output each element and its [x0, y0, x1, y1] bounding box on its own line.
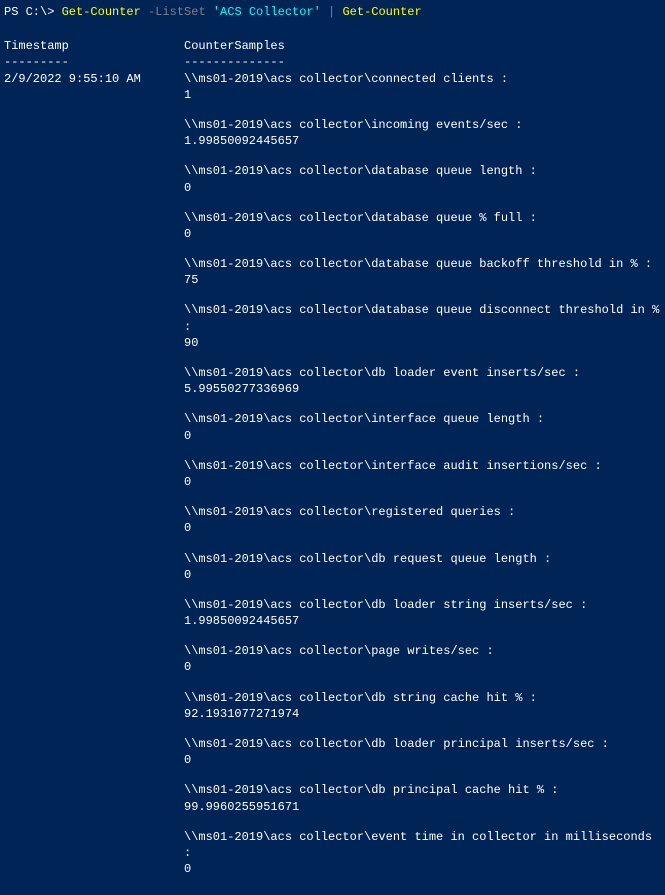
counter-value: 0 — [184, 428, 661, 444]
counter-path: \\ms01-2019\acs collector\db loader prin… — [184, 736, 661, 752]
output-divider-row: --------- -------------- — [4, 54, 661, 70]
counter-block: \\ms01-2019\acs collector\interface queu… — [184, 411, 661, 443]
param-listset: -ListSet — [141, 5, 206, 19]
counter-value: 90 — [184, 335, 661, 351]
pipe-symbol: | — [321, 5, 343, 19]
header-countersamples: CounterSamples — [184, 38, 661, 54]
counter-block: \\ms01-2019\acs collector\interface audi… — [184, 458, 661, 490]
counter-value: 0 — [184, 226, 661, 242]
counter-value: 1 — [184, 87, 661, 103]
counter-path: \\ms01-2019\acs collector\db loader stri… — [184, 597, 661, 613]
counter-block: \\ms01-2019\acs collector\db loader even… — [184, 365, 661, 397]
divider-timestamp: --------- — [4, 54, 184, 70]
counter-value: 0 — [184, 180, 661, 196]
counter-block: \\ms01-2019\acs collector\db loader prin… — [184, 736, 661, 768]
counter-path: \\ms01-2019\acs collector\db request que… — [184, 551, 661, 567]
counter-path: \\ms01-2019\acs collector\event time in … — [184, 829, 661, 861]
counter-samples-list: \\ms01-2019\acs collector\connected clie… — [184, 71, 661, 892]
counter-value: 0 — [184, 520, 661, 536]
counter-block: \\ms01-2019\acs collector\registered que… — [184, 504, 661, 536]
counter-value: 1.99850092445657 — [184, 133, 661, 149]
timestamp-value: 2/9/2022 9:55:10 AM — [4, 71, 184, 87]
counter-path: \\ms01-2019\acs collector\interface audi… — [184, 458, 661, 474]
counter-block: \\ms01-2019\acs collector\db string cach… — [184, 690, 661, 722]
prompt-line: PS C:\> Get-Counter -ListSet 'ACS Collec… — [4, 4, 661, 20]
counter-path: \\ms01-2019\acs collector\incoming event… — [184, 117, 661, 133]
prompt-prefix: PS C:\> — [4, 5, 62, 19]
counter-path: \\ms01-2019\acs collector\database queue… — [184, 302, 661, 334]
counter-value: 1.99850092445657 — [184, 613, 661, 629]
header-timestamp: Timestamp — [4, 38, 184, 54]
cmdlet-get-counter-1: Get-Counter — [62, 5, 141, 19]
counter-path: \\ms01-2019\acs collector\registered que… — [184, 504, 661, 520]
counter-path: \\ms01-2019\acs collector\page writes/se… — [184, 643, 661, 659]
counter-path: \\ms01-2019\acs collector\interface queu… — [184, 411, 661, 427]
counter-value: 0 — [184, 474, 661, 490]
counter-value: 0 — [184, 567, 661, 583]
counter-block: \\ms01-2019\acs collector\connected clie… — [184, 71, 661, 103]
counter-block: \\ms01-2019\acs collector\db request que… — [184, 551, 661, 583]
counter-value: 0 — [184, 659, 661, 675]
counter-path: \\ms01-2019\acs collector\connected clie… — [184, 71, 661, 87]
arg-acs-collector: 'ACS Collector' — [206, 5, 321, 19]
counter-path: \\ms01-2019\acs collector\database queue… — [184, 256, 661, 272]
counter-block: \\ms01-2019\acs collector\database queue… — [184, 302, 661, 351]
cmdlet-get-counter-2: Get-Counter — [342, 5, 421, 19]
output-header-row: Timestamp CounterSamples — [4, 38, 661, 54]
counter-block: \\ms01-2019\acs collector\db loader stri… — [184, 597, 661, 629]
counter-value: 75 — [184, 272, 661, 288]
counter-block: \\ms01-2019\acs collector\database queue… — [184, 210, 661, 242]
counter-block: \\ms01-2019\acs collector\page writes/se… — [184, 643, 661, 675]
counter-block: \\ms01-2019\acs collector\db principal c… — [184, 782, 661, 814]
output-data-row: 2/9/2022 9:55:10 AM \\ms01-2019\acs coll… — [4, 71, 661, 892]
counter-value: 99.9960255951671 — [184, 799, 661, 815]
divider-countersamples: -------------- — [184, 54, 661, 70]
counter-block: \\ms01-2019\acs collector\database queue… — [184, 163, 661, 195]
counter-block: \\ms01-2019\acs collector\incoming event… — [184, 117, 661, 149]
counter-value: 5.99550277336969 — [184, 381, 661, 397]
counter-value: 0 — [184, 861, 661, 877]
counter-block: \\ms01-2019\acs collector\event time in … — [184, 829, 661, 878]
counter-path: \\ms01-2019\acs collector\db principal c… — [184, 782, 661, 798]
counter-path: \\ms01-2019\acs collector\db loader even… — [184, 365, 661, 381]
counter-path: \\ms01-2019\acs collector\database queue… — [184, 210, 661, 226]
counter-value: 0 — [184, 752, 661, 768]
counter-block: \\ms01-2019\acs collector\database queue… — [184, 256, 661, 288]
counter-path: \\ms01-2019\acs collector\db string cach… — [184, 690, 661, 706]
counter-value: 92.1931077271974 — [184, 706, 661, 722]
counter-path: \\ms01-2019\acs collector\database queue… — [184, 163, 661, 179]
